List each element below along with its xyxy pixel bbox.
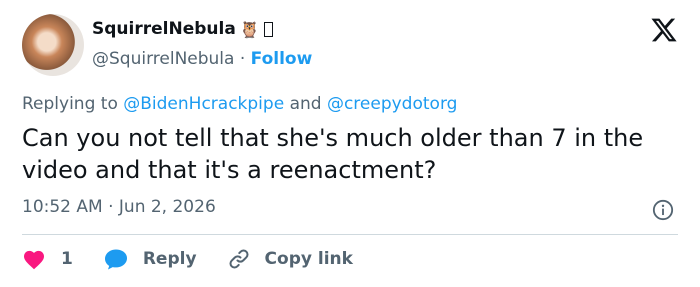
author-name-row[interactable]: SquirrelNebula 🦉: [92, 19, 273, 39]
replying-to-line: Replying to @BidenHcrackpipe and @creepy…: [22, 94, 457, 114]
info-icon[interactable]: [652, 199, 674, 221]
reply-bubble-icon: [104, 249, 127, 270]
tweet-text: Can you not tell that she's much older t…: [22, 124, 644, 184]
mention-link-1[interactable]: @BidenHcrackpipe: [123, 94, 284, 114]
owl-emoji: 🦉: [239, 19, 260, 39]
follow-button[interactable]: Follow: [251, 49, 313, 69]
author-handle-row: @SquirrelNebula · Follow: [92, 49, 312, 69]
timestamp[interactable]: 10:52 AM · Jun 2, 2026: [22, 197, 216, 217]
copy-link-button[interactable]: Copy link: [227, 247, 353, 271]
author-display-name[interactable]: SquirrelNebula: [92, 19, 236, 39]
like-button[interactable]: 1: [22, 248, 73, 270]
heart-icon: [24, 250, 44, 270]
handle-separator: ·: [239, 49, 246, 69]
replying-conjunction: and: [289, 94, 322, 114]
missing-glyph-box: [263, 21, 273, 37]
author-handle[interactable]: @SquirrelNebula: [92, 49, 234, 69]
reply-label: Reply: [142, 249, 197, 269]
divider: [22, 234, 678, 235]
like-count: 1: [61, 249, 73, 269]
action-bar: 1 Reply Copy link: [22, 247, 383, 271]
link-icon: [229, 249, 249, 269]
mention-link-2[interactable]: @creepydotorg: [327, 94, 457, 114]
x-logo-icon[interactable]: [650, 16, 678, 44]
avatar[interactable]: [22, 14, 84, 76]
copy-link-label: Copy link: [264, 249, 353, 269]
reply-button[interactable]: Reply: [103, 247, 197, 271]
replying-prefix: Replying to: [22, 94, 118, 114]
